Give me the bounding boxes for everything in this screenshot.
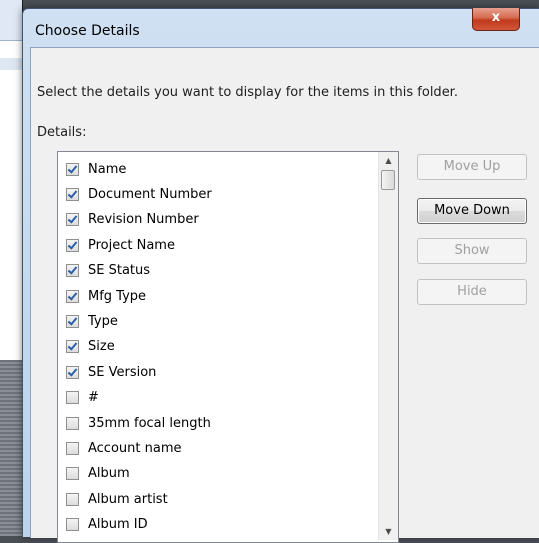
detail-checkbox[interactable] (66, 365, 79, 379)
detail-checkbox[interactable] (66, 213, 79, 227)
details-scrollbar[interactable]: ▲ ▼ (378, 152, 398, 540)
scroll-down-arrow[interactable]: ▼ (379, 523, 398, 540)
detail-item-label: Type (88, 313, 118, 329)
dialog-client-area: Select the details you want to display f… (30, 47, 539, 543)
detail-item-label: Album (88, 466, 130, 482)
close-button[interactable]: x (472, 8, 520, 31)
detail-checkbox[interactable] (66, 314, 79, 328)
detail-checkbox[interactable] (66, 340, 79, 354)
scroll-thumb[interactable] (381, 170, 395, 190)
details-list: Name Document Number Revision Number Projec… (58, 152, 378, 540)
detail-checkbox[interactable] (66, 492, 79, 506)
show-button[interactable]: Show (417, 238, 527, 264)
details-listbox[interactable]: Name Document Number Revision Number Projec… (57, 151, 399, 543)
choose-details-dialog: Choose Details x Select the details you … (22, 8, 539, 543)
detail-item[interactable]: Album artist (66, 486, 168, 512)
detail-checkbox[interactable] (66, 518, 79, 532)
move-up-button[interactable]: Move Up (417, 154, 527, 180)
detail-item-label: # (88, 390, 99, 406)
detail-item-label: Album ID (88, 517, 148, 533)
detail-item-label: Account name (88, 440, 182, 456)
detail-item[interactable]: Album ID (66, 512, 148, 538)
detail-item-label: Mfg Type (88, 288, 147, 304)
detail-item-label: SE Status (88, 263, 151, 279)
background-window-header (0, 58, 22, 70)
detail-item[interactable]: Account name (66, 435, 182, 461)
dialog-title: Choose Details (35, 23, 140, 39)
detail-item-label: Size (88, 339, 115, 355)
scroll-up-arrow[interactable]: ▲ (379, 152, 398, 169)
details-label: Details: (37, 125, 87, 140)
detail-item[interactable]: # (66, 385, 99, 411)
background-window-toolbar (0, 0, 22, 41)
detail-item[interactable]: Name (66, 156, 126, 182)
detail-checkbox[interactable] (66, 467, 79, 481)
detail-checkbox[interactable] (66, 391, 79, 405)
move-down-button[interactable]: Move Down (417, 198, 527, 224)
instruction-text: Select the details you want to display f… (37, 85, 458, 100)
detail-item-label: Document Number (88, 186, 212, 202)
detail-item-label: Project Name (88, 237, 175, 253)
detail-item[interactable]: Type (66, 308, 118, 334)
detail-checkbox[interactable] (66, 441, 79, 455)
detail-item[interactable]: SE Version (66, 359, 156, 385)
detail-item[interactable]: Album (66, 461, 130, 487)
detail-item[interactable]: SE Status (66, 258, 150, 284)
detail-item[interactable]: Project Name (66, 232, 175, 258)
detail-item-label: Name (88, 161, 127, 177)
detail-item[interactable]: 35mm focal length (66, 410, 211, 436)
background-window (0, 0, 23, 361)
detail-item[interactable]: Size (66, 334, 115, 360)
detail-item-label: Revision Number (88, 212, 199, 228)
detail-checkbox[interactable] (66, 187, 79, 201)
hide-button[interactable]: Hide (417, 279, 527, 305)
detail-item-label: Album artist (88, 491, 168, 507)
detail-checkbox[interactable] (66, 162, 79, 176)
detail-checkbox[interactable] (66, 416, 79, 430)
detail-item-label: SE Version (88, 364, 157, 380)
detail-checkbox[interactable] (66, 238, 79, 252)
detail-item-label: 35mm focal length (88, 415, 211, 431)
detail-item[interactable]: Mfg Type (66, 283, 146, 309)
detail-item[interactable]: Document Number (66, 181, 212, 207)
detail-item[interactable]: Revision Number (66, 207, 199, 233)
detail-checkbox[interactable] (66, 264, 79, 278)
detail-checkbox[interactable] (66, 289, 79, 303)
